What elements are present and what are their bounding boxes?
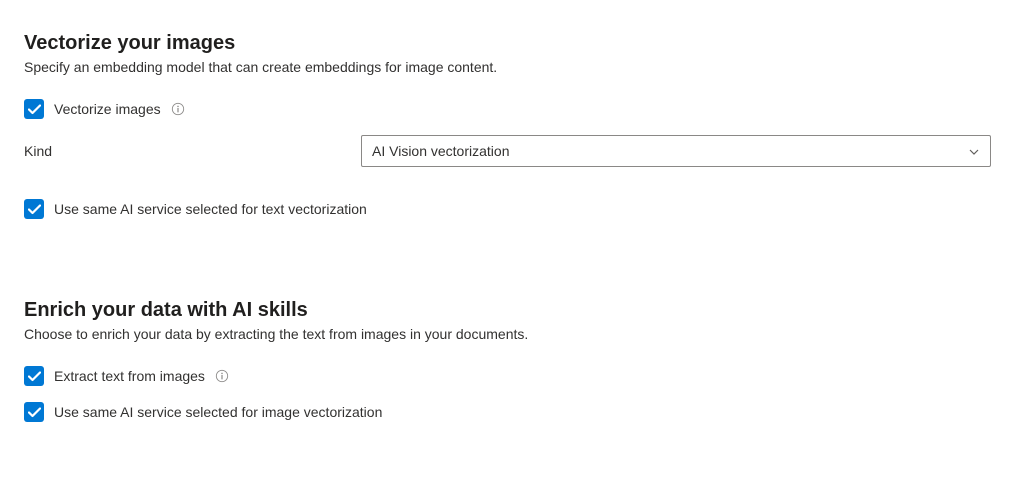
- chevron-down-icon: [968, 145, 980, 157]
- kind-dropdown[interactable]: AI Vision vectorization: [361, 135, 991, 167]
- vectorize-images-checkbox[interactable]: [24, 99, 44, 119]
- extract-text-row: Extract text from images: [24, 366, 1000, 386]
- same-service-image-row: Use same AI service selected for image v…: [24, 402, 1000, 422]
- vectorize-images-row: Vectorize images: [24, 99, 1000, 119]
- kind-dropdown-value: AI Vision vectorization: [372, 143, 509, 159]
- kind-label: Kind: [24, 143, 361, 159]
- same-service-text-label: Use same AI service selected for text ve…: [54, 201, 367, 217]
- vectorize-images-label: Vectorize images: [54, 101, 161, 117]
- extract-text-label: Extract text from images: [54, 368, 205, 384]
- same-service-text-checkbox[interactable]: [24, 199, 44, 219]
- same-service-image-label: Use same AI service selected for image v…: [54, 404, 382, 420]
- extract-text-checkbox[interactable]: [24, 366, 44, 386]
- section-title-enrich: Enrich your data with AI skills: [24, 299, 1000, 322]
- section-subtitle-vectorize: Specify an embedding model that can crea…: [24, 59, 1000, 75]
- info-icon[interactable]: [171, 102, 185, 116]
- kind-field-row: Kind AI Vision vectorization: [24, 135, 1000, 167]
- info-icon[interactable]: [215, 369, 229, 383]
- same-service-text-row: Use same AI service selected for text ve…: [24, 199, 1000, 219]
- section-title-vectorize: Vectorize your images: [24, 32, 1000, 55]
- section-subtitle-enrich: Choose to enrich your data by extracting…: [24, 326, 1000, 342]
- same-service-image-checkbox[interactable]: [24, 402, 44, 422]
